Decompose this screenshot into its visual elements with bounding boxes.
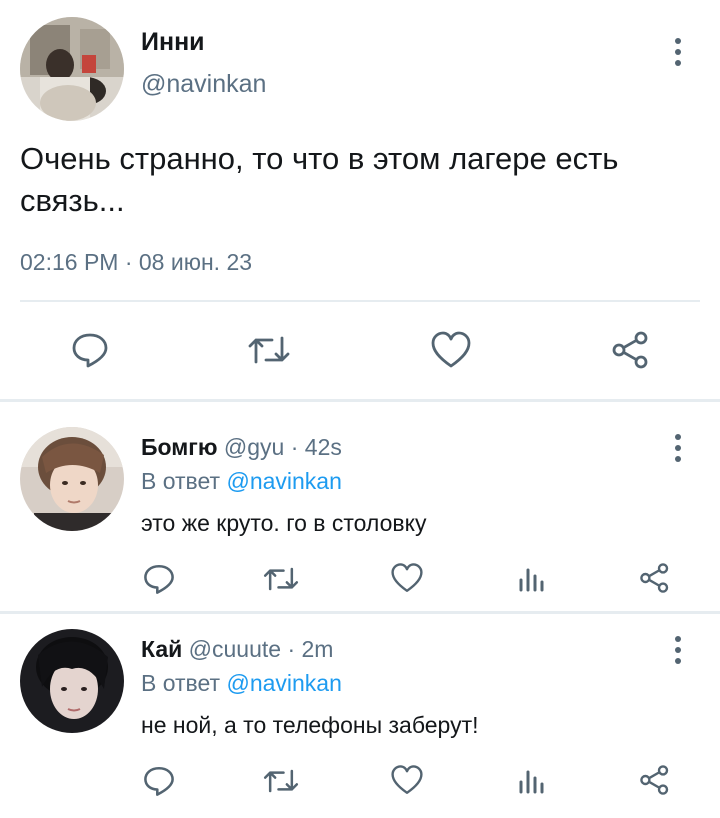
like-icon[interactable] <box>390 562 424 594</box>
main-tweet: Инни @navinkan Очень странно, то что в э… <box>0 0 720 400</box>
like-icon[interactable] <box>430 330 472 370</box>
reply-text: не ной, а то телефоны заберут! <box>141 712 479 738</box>
retweet-icon[interactable] <box>247 332 291 368</box>
author-name[interactable]: Кай <box>141 636 182 662</box>
reply-prefix: В ответ <box>141 670 221 696</box>
reply-tweet: Кай @cuuute · 2m В ответ @navinkan не но… <box>0 614 720 818</box>
author-handle[interactable]: @navinkan <box>141 70 266 99</box>
share-icon[interactable] <box>610 330 652 370</box>
more-options-icon[interactable] <box>668 636 688 664</box>
retweet-icon[interactable] <box>262 766 300 796</box>
author-name[interactable]: Бомгю <box>141 434 218 460</box>
analytics-icon[interactable] <box>516 564 546 594</box>
share-icon[interactable] <box>638 764 672 796</box>
reply-prefix: В ответ <box>141 468 221 494</box>
more-options-icon[interactable] <box>668 38 688 66</box>
reply-icon[interactable] <box>70 330 110 370</box>
reply-text: это же круто. го в столовку <box>141 510 427 536</box>
more-options-icon[interactable] <box>668 434 688 462</box>
reply-mention[interactable]: @navinkan <box>226 468 341 494</box>
reply-time[interactable]: 2m <box>302 636 334 662</box>
reply-header: Кай @cuuute · 2m <box>141 636 333 663</box>
divider <box>20 300 700 302</box>
tweet-timestamp[interactable]: 02:16 PM · 08 июн. 23 <box>20 249 252 276</box>
author-handle[interactable]: @cuuute <box>189 636 281 662</box>
tweet-text: Очень странно, то что в этом лагере есть… <box>20 141 619 218</box>
reply-icon[interactable] <box>142 764 176 798</box>
like-icon[interactable] <box>390 764 424 796</box>
reply-tweet: Бомгю @gyu · 42s В ответ @navinkan это ж… <box>0 402 720 610</box>
separator: · <box>290 434 299 460</box>
avatar[interactable] <box>20 629 124 733</box>
avatar[interactable] <box>20 427 124 531</box>
avatar[interactable] <box>20 17 124 121</box>
separator: · <box>287 636 296 662</box>
author-name[interactable]: Инни <box>141 28 205 57</box>
reply-context: В ответ @navinkan <box>141 468 342 495</box>
analytics-icon[interactable] <box>516 766 546 796</box>
reply-header: Бомгю @gyu · 42s <box>141 434 342 461</box>
author-handle[interactable]: @gyu <box>224 434 284 460</box>
reply-context: В ответ @navinkan <box>141 670 342 697</box>
reply-icon[interactable] <box>142 562 176 596</box>
retweet-icon[interactable] <box>262 564 300 594</box>
share-icon[interactable] <box>638 562 672 594</box>
reply-time[interactable]: 42s <box>305 434 342 460</box>
reply-mention[interactable]: @navinkan <box>226 670 341 696</box>
